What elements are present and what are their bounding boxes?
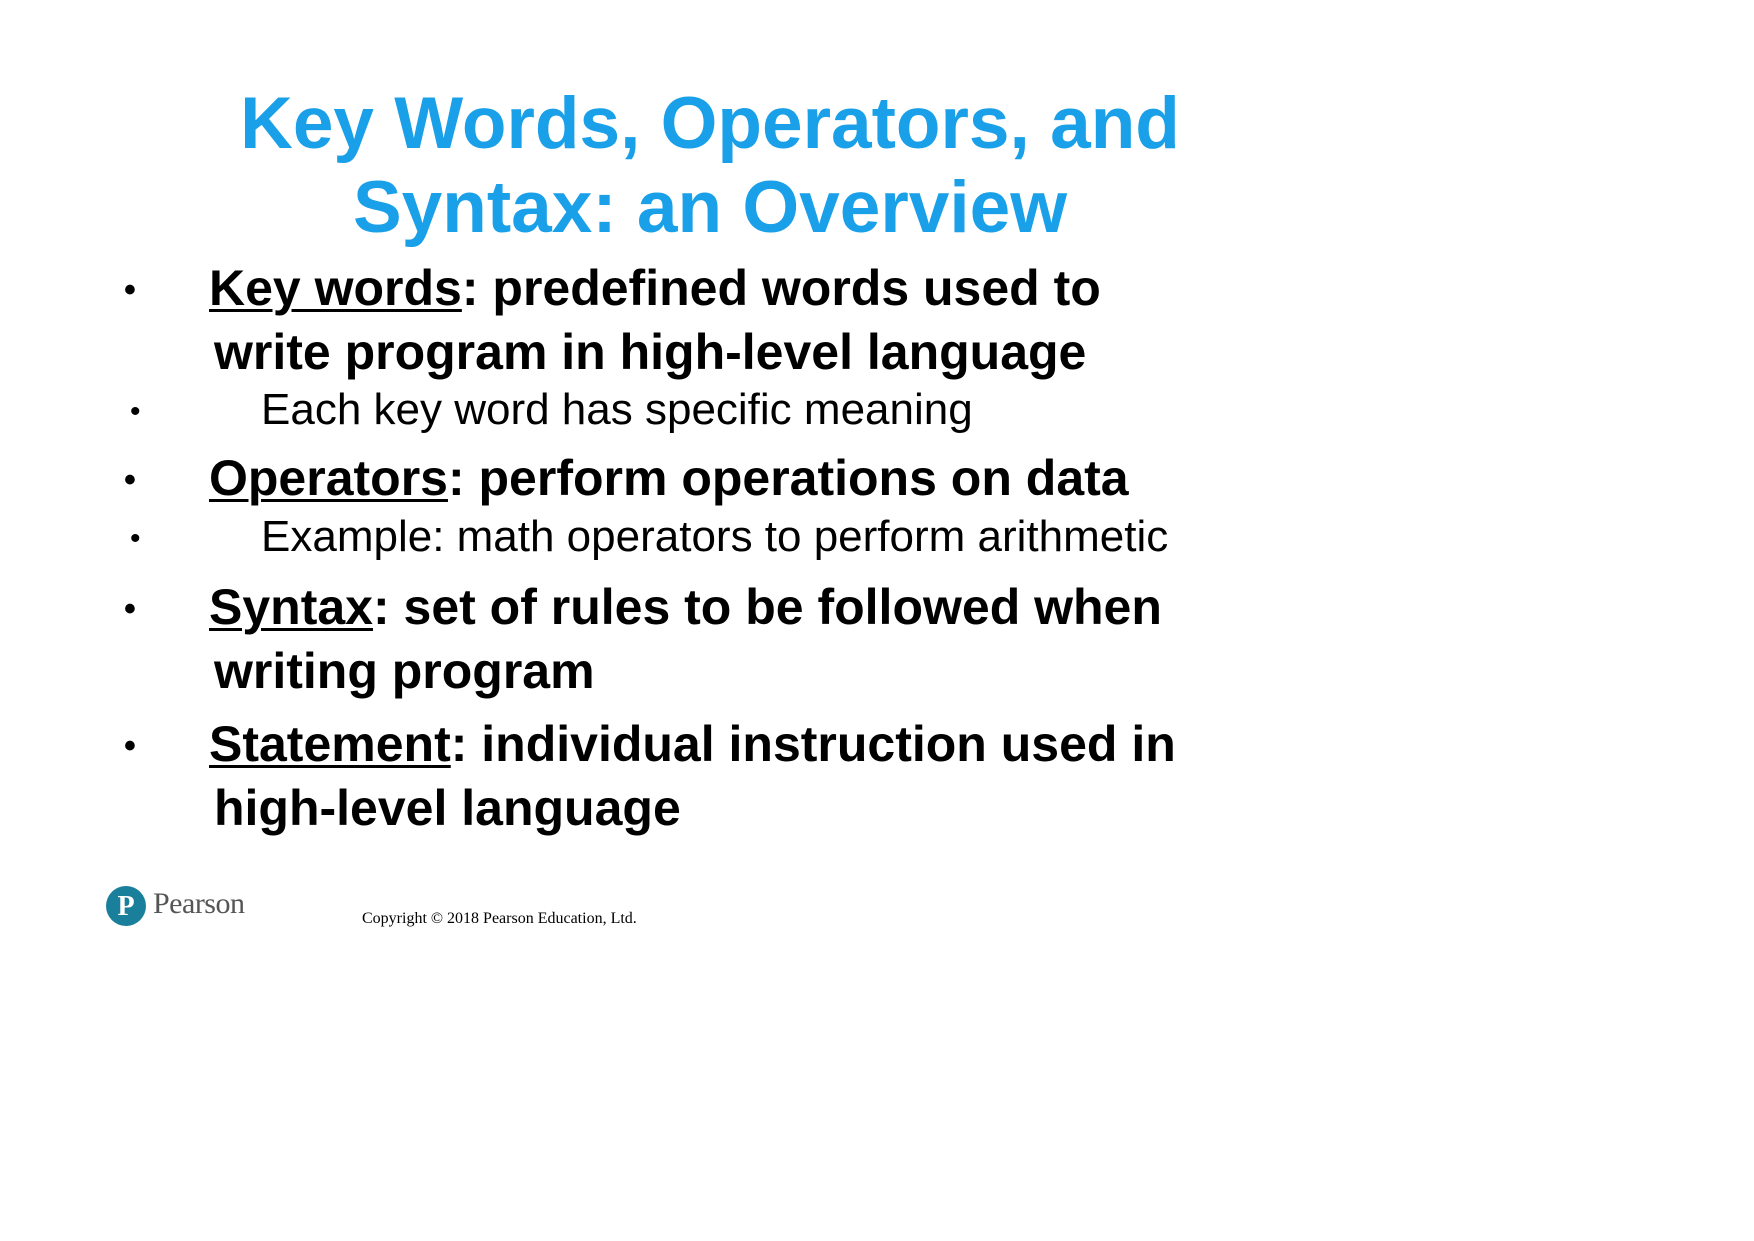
title-line-1: Key Words, Operators, and: [240, 83, 1180, 164]
pearson-brand-name: Pearson: [153, 887, 245, 920]
title-line-2: Syntax: an Overview: [352, 167, 1068, 248]
bullet-definition: : predefined words used to: [461, 260, 1101, 316]
bullet-dot: •: [124, 727, 136, 765]
bullet-text: Statement: individual instruction used i…: [209, 712, 1176, 840]
bullet-definition: : perform operations on data: [447, 450, 1129, 506]
term-statement: Statement: [209, 716, 451, 772]
sub-bullet-text: Each key word has specific meaning: [261, 385, 973, 434]
sub-bullet-text: Example: math operators to perform arith…: [261, 512, 1169, 561]
bullet-definition: : individual instruction used in: [450, 716, 1176, 772]
bullet-continuation: high-level language: [214, 780, 681, 836]
logo-letter: P: [117, 891, 134, 922]
bullet-dot: •: [130, 395, 141, 428]
bullet-text: Syntax: set of rules to be followed when…: [209, 575, 1162, 703]
copyright-notice: Copyright © 2018 Pearson Education, Ltd.: [362, 910, 637, 927]
bullet-continuation: write program in high-level language: [214, 324, 1087, 380]
bullet-dot: •: [124, 271, 136, 309]
term-operators: Operators: [209, 450, 448, 506]
bullet-dot: •: [124, 590, 136, 628]
bullet-text: Key words: predefined words used to write…: [209, 256, 1101, 384]
bullet-text: Operators: perform operations on data: [209, 446, 1129, 510]
term-syntax: Syntax: [209, 579, 373, 635]
pearson-p-logo-icon: P: [106, 886, 146, 926]
bullet-dot: •: [130, 522, 141, 555]
term-key-words: Key words: [209, 260, 462, 316]
slide-title: Key Words, Operators, and Syntax: an Ove…: [140, 82, 1280, 250]
bullet-dot: •: [124, 461, 136, 499]
bullet-continuation: writing program: [214, 643, 595, 699]
bullet-definition: : set of rules to be followed when: [372, 579, 1162, 635]
